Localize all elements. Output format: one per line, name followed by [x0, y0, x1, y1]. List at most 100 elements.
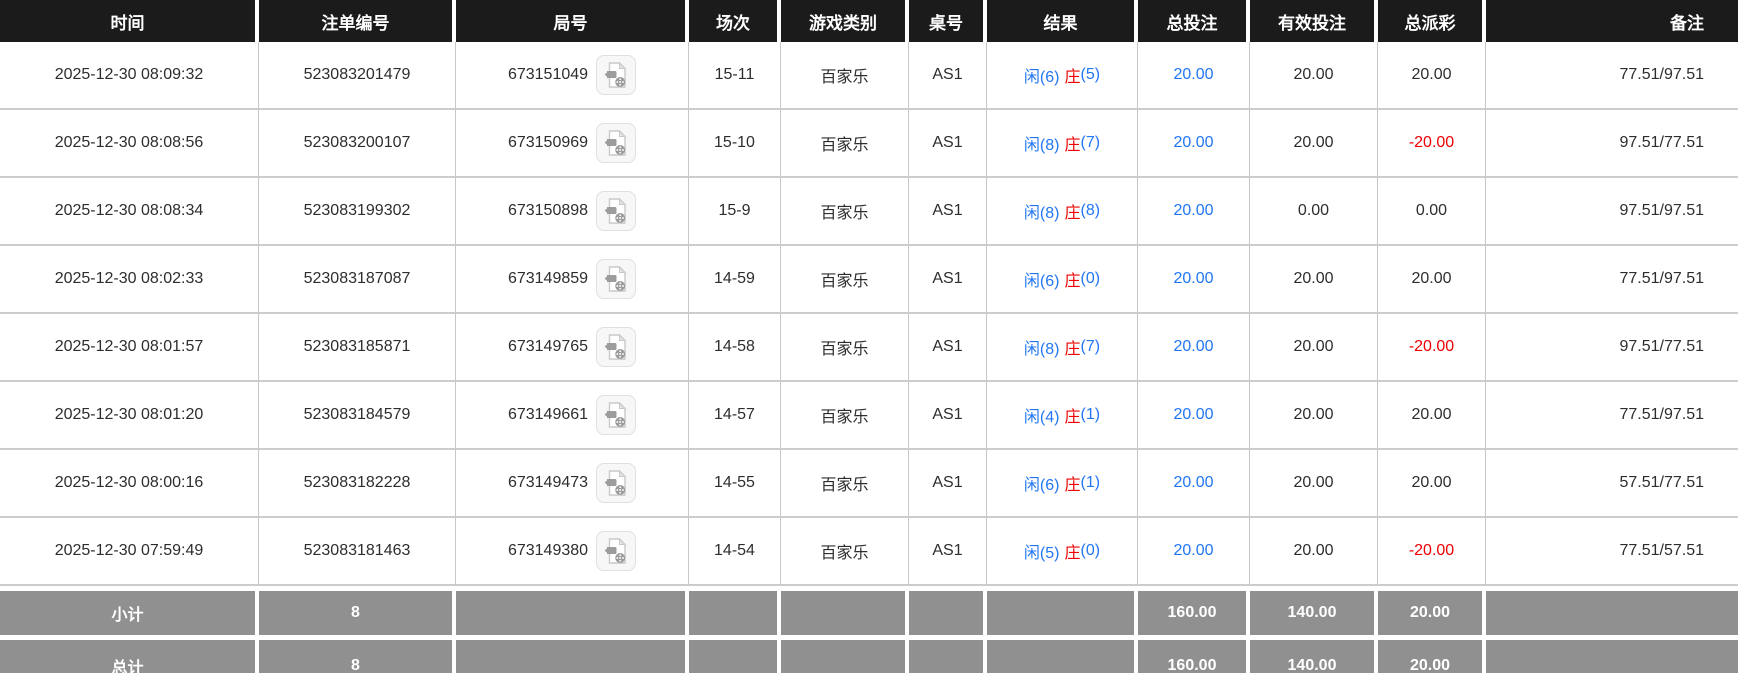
total-bet_id: 8: [259, 635, 456, 673]
video-replay-icon: [604, 469, 627, 496]
round-number: 673149859: [507, 270, 589, 287]
cell-game_type: 百家乐: [781, 518, 909, 586]
cell-total-bet-link[interactable]: 20.00: [1138, 450, 1250, 518]
result-banker: 庄: [1064, 137, 1081, 154]
cell-valid_bet: 20.00: [1250, 42, 1378, 110]
result-banker: 庄: [1064, 273, 1081, 290]
cell-total-bet-link[interactable]: 20.00: [1138, 314, 1250, 382]
cell-time: 2025-12-30 08:00:16: [0, 450, 259, 518]
result-banker-score: (5): [1080, 66, 1101, 83]
subtotal-time: 小计: [0, 586, 259, 635]
cell-game_type: 百家乐: [781, 178, 909, 246]
video-replay-button[interactable]: [596, 395, 637, 435]
cell-total-bet-link[interactable]: 20.00: [1138, 42, 1250, 110]
cell-payout: 20.00: [1378, 246, 1486, 314]
cell-session: 14-55: [689, 450, 781, 518]
cell-table_no: AS1: [909, 314, 987, 382]
cell-game_type: 百家乐: [781, 450, 909, 518]
result-banker-score: (7): [1080, 134, 1101, 151]
result-banker: 庄: [1064, 477, 1081, 494]
cell-payout: 20.00: [1378, 42, 1486, 110]
subtotal-session: [689, 586, 781, 635]
video-replay-button[interactable]: [596, 123, 637, 163]
cell-bet_id: 523083184579: [259, 382, 456, 450]
result-banker-score: (1): [1080, 406, 1101, 423]
cell-total-bet-link[interactable]: 20.00: [1138, 382, 1250, 450]
total-game_type: [781, 635, 909, 673]
cell-payout: 20.00: [1378, 382, 1486, 450]
cell-total-bet-link[interactable]: 20.00: [1138, 246, 1250, 314]
cell-remark: 77.51/97.51: [1486, 246, 1738, 314]
round-number: 673151049: [507, 66, 589, 83]
round-number: 673149473: [507, 474, 589, 491]
video-replay-icon: [604, 401, 627, 428]
round-number: 673149380: [507, 542, 589, 559]
betting-records-table: 时间 注单编号 局号 场次 游戏类别 桌号 结果 总投注 有效投注 总派彩 备注 2025-12-30…: [0, 0, 1738, 673]
cell-game_type: 百家乐: [781, 246, 909, 314]
header-total_bet: 总投注: [1138, 0, 1250, 42]
subtotal-payout: 20.00: [1378, 586, 1486, 635]
video-replay-icon: [604, 129, 627, 156]
cell-valid_bet: 20.00: [1250, 450, 1378, 518]
result-banker: 庄: [1064, 409, 1081, 426]
cell-time: 2025-12-30 08:08:34: [0, 178, 259, 246]
cell-time: 2025-12-30 08:09:32: [0, 42, 259, 110]
cell-bet_id: 523083182228: [259, 450, 456, 518]
cell-payout: 0.00: [1378, 178, 1486, 246]
result-player: 闲(8): [1023, 341, 1060, 358]
subtotal-total_bet: 160.00: [1138, 586, 1250, 635]
cell-round: 673150898: [456, 178, 689, 246]
cell-total-bet-link[interactable]: 20.00: [1138, 178, 1250, 246]
cell-result: 闲(6) 庄 (0): [987, 246, 1138, 314]
cell-table_no: AS1: [909, 382, 987, 450]
header-session: 场次: [689, 0, 781, 42]
cell-session: 14-59: [689, 246, 781, 314]
cell-bet_id: 523083187087: [259, 246, 456, 314]
header-bet_id: 注单编号: [259, 0, 456, 42]
cell-time: 2025-12-30 08:01:57: [0, 314, 259, 382]
cell-payout: -20.00: [1378, 314, 1486, 382]
video-replay-button[interactable]: [596, 327, 637, 367]
cell-bet_id: 523083181463: [259, 518, 456, 586]
cell-table_no: AS1: [909, 42, 987, 110]
cell-valid_bet: 20.00: [1250, 518, 1378, 586]
video-replay-button[interactable]: [596, 55, 637, 95]
header-time: 时间: [0, 0, 259, 42]
cell-round: 673151049: [456, 42, 689, 110]
video-replay-button[interactable]: [596, 531, 637, 571]
cell-table_no: AS1: [909, 518, 987, 586]
video-replay-icon: [604, 61, 627, 88]
cell-result: 闲(8) 庄 (7): [987, 314, 1138, 382]
result-banker-score: (1): [1080, 474, 1101, 491]
cell-remark: 97.51/77.51: [1486, 314, 1738, 382]
cell-remark: 77.51/57.51: [1486, 518, 1738, 586]
cell-remark: 57.51/77.51: [1486, 450, 1738, 518]
cell-total-bet-link[interactable]: 20.00: [1138, 518, 1250, 586]
cell-time: 2025-12-30 08:08:56: [0, 110, 259, 178]
round-number: 673150898: [507, 202, 589, 219]
cell-total-bet-link[interactable]: 20.00: [1138, 110, 1250, 178]
result-banker: 庄: [1064, 69, 1081, 86]
cell-game_type: 百家乐: [781, 42, 909, 110]
header-table_no: 桌号: [909, 0, 987, 42]
cell-round: 673149661: [456, 382, 689, 450]
cell-session: 15-9: [689, 178, 781, 246]
cell-result: 闲(8) 庄 (8): [987, 178, 1138, 246]
cell-valid_bet: 0.00: [1250, 178, 1378, 246]
cell-bet_id: 523083185871: [259, 314, 456, 382]
cell-game_type: 百家乐: [781, 314, 909, 382]
cell-valid_bet: 20.00: [1250, 382, 1378, 450]
cell-round: 673149473: [456, 450, 689, 518]
result-player: 闲(4): [1023, 409, 1060, 426]
cell-valid_bet: 20.00: [1250, 110, 1378, 178]
video-replay-button[interactable]: [596, 463, 637, 503]
subtotal-valid_bet: 140.00: [1250, 586, 1378, 635]
cell-table_no: AS1: [909, 110, 987, 178]
video-replay-button[interactable]: [596, 259, 637, 299]
cell-remark: 97.51/97.51: [1486, 178, 1738, 246]
result-banker: 庄: [1064, 341, 1081, 358]
cell-payout: 20.00: [1378, 450, 1486, 518]
video-replay-button[interactable]: [596, 191, 637, 231]
total-result: [987, 635, 1138, 673]
cell-remark: 97.51/77.51: [1486, 110, 1738, 178]
